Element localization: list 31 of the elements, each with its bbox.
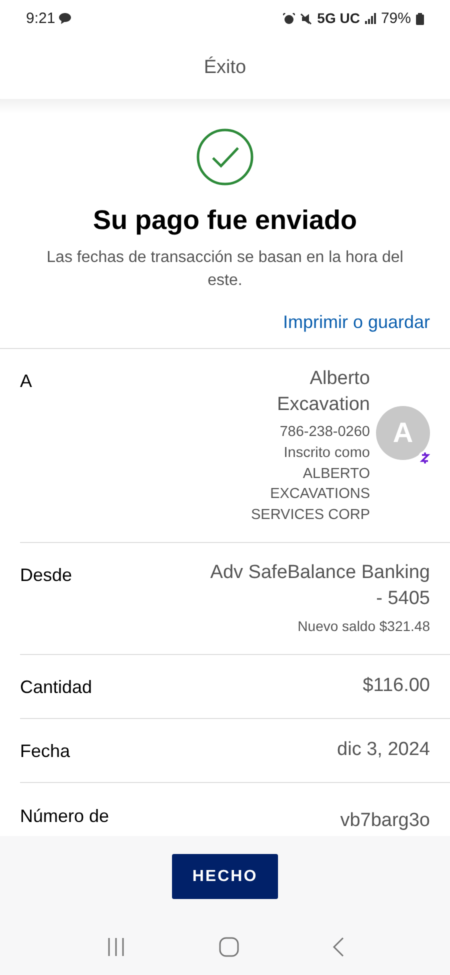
- detail-value: vb7barg3o: [340, 809, 430, 834]
- detail-label: Fecha: [20, 740, 70, 764]
- confirmation-title: Su pago fue enviado: [92, 204, 358, 237]
- alarm-icon: [283, 12, 296, 25]
- print-or-save-link[interactable]: Imprimir o guardar: [282, 312, 430, 332]
- back-icon[interactable]: [332, 936, 344, 957]
- payment-badge-icon: [418, 450, 432, 466]
- signal-icon: [364, 13, 376, 24]
- recipient-phone: 786-238-0260: [280, 423, 370, 442]
- account-name: Adv SafeBalance Banking - 5405: [209, 561, 430, 612]
- detail-value: dic 3, 2024: [337, 738, 430, 762]
- battery-icon: [416, 12, 424, 25]
- home-icon[interactable]: [218, 936, 239, 957]
- detail-value: $116.00: [362, 674, 430, 698]
- detail-label: Cantidad: [20, 676, 92, 700]
- page-title: Éxito: [204, 56, 246, 80]
- detail-label: Número de: [20, 805, 110, 828]
- network-label: 5G UC: [317, 9, 360, 28]
- detail-label: A: [20, 370, 32, 394]
- check-circle-icon: [196, 128, 254, 186]
- detail-label: Desde: [20, 564, 72, 588]
- chat-icon: [59, 13, 72, 24]
- done-button[interactable]: HECHO: [172, 854, 278, 900]
- battery-level: 79%: [380, 8, 411, 29]
- recipient-name: Alberto Excavation: [276, 367, 370, 418]
- new-balance: Nuevo saldo $321.48: [298, 617, 430, 636]
- status-time: 9:21: [26, 8, 56, 29]
- recent-apps-icon[interactable]: [106, 938, 126, 956]
- enrolled-name: Inscrito como ALBERTO EXCAVATIONS SERVICES CORP: [250, 444, 370, 525]
- mute-icon: [300, 12, 312, 25]
- confirmation-message: Las fechas de transacción se basan en la hora del este.: [46, 248, 404, 292]
